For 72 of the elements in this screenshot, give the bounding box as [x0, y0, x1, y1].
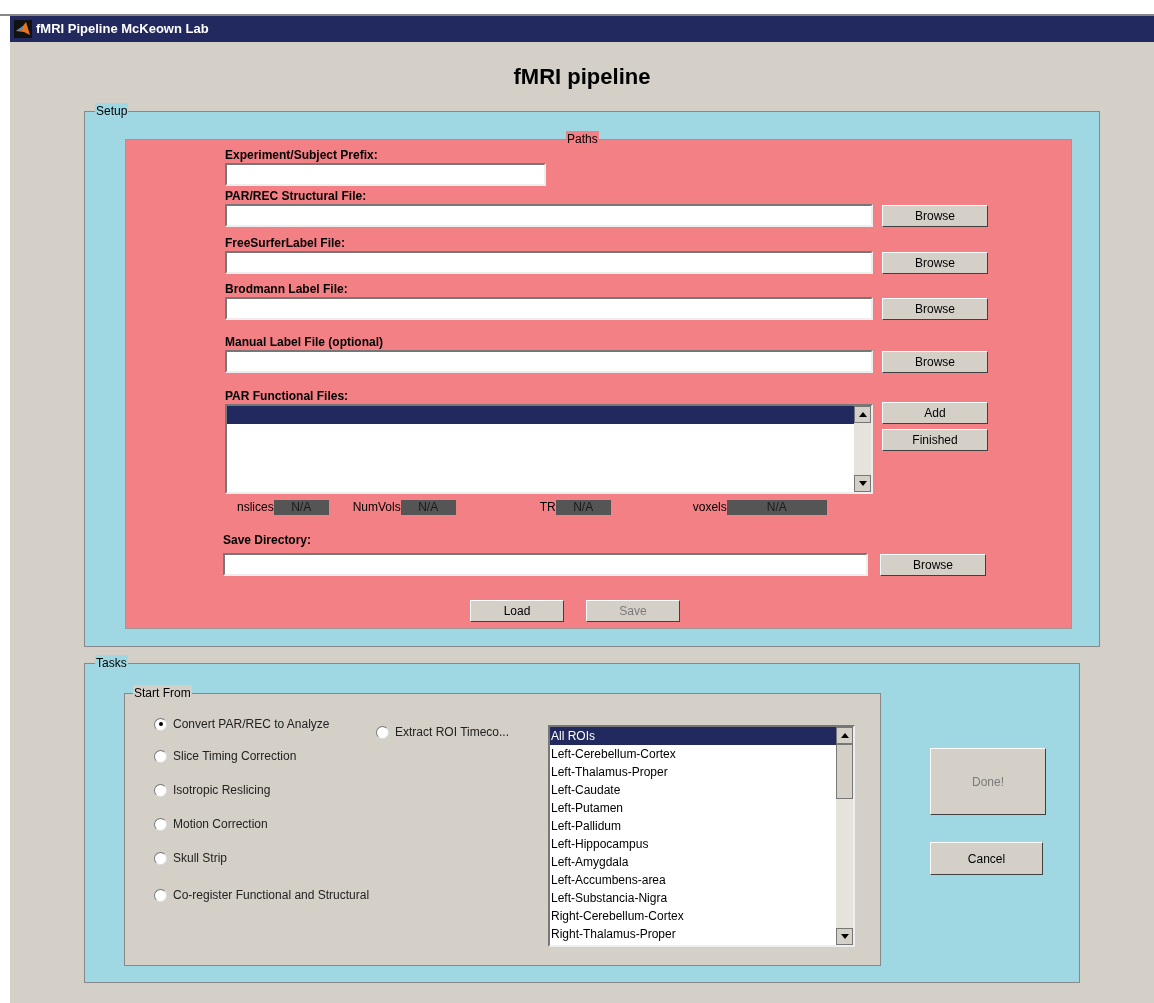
field-label: FreeSurferLabel File:	[225, 237, 346, 249]
up-arrow-icon	[840, 733, 849, 738]
radio-button[interactable]	[154, 717, 167, 731]
down-arrow-icon	[840, 934, 849, 939]
radio-button[interactable]	[154, 749, 167, 763]
info-value: N/A	[555, 499, 611, 515]
scrollbar[interactable]	[854, 406, 871, 492]
page-heading: fMRI pipeline	[513, 63, 651, 91]
browse-button[interactable]: Browse	[882, 204, 988, 227]
roi-item[interactable]: All ROIs	[550, 727, 836, 745]
field-label: Brodmann Label File:	[225, 283, 348, 295]
browse-button[interactable]: Browse	[880, 553, 986, 576]
field-label: Experiment/Subject Prefix:	[225, 149, 378, 161]
roi-item[interactable]: Left-Accumbens-area	[550, 871, 836, 889]
app-logo-icon	[14, 20, 32, 38]
input-field[interactable]	[225, 251, 873, 274]
info-value: N/A	[400, 499, 456, 515]
roi-item[interactable]: Right-Thalamus-Proper	[550, 925, 836, 943]
browse-button[interactable]: Browse	[882, 297, 988, 320]
radio-label: Slice Timing Correction	[173, 748, 297, 765]
down-arrow-icon	[858, 481, 867, 486]
window-title: fMRI Pipeline McKeown Lab	[36, 20, 209, 39]
radio-button[interactable]	[154, 851, 167, 865]
panel-legend: Setup	[95, 103, 129, 119]
scrollbar[interactable]	[836, 727, 853, 945]
radio-button[interactable]	[376, 725, 389, 739]
field-label: PAR/REC Structural File:	[225, 190, 367, 202]
radio-button[interactable]	[154, 817, 167, 831]
radio-label: Skull Strip	[173, 850, 228, 867]
scroll-thumb[interactable]	[836, 744, 853, 799]
radio-button[interactable]	[154, 783, 167, 797]
roi-item[interactable]: Left-Putamen	[550, 799, 836, 817]
cancel-button[interactable]: Cancel	[930, 842, 1043, 875]
radio-button[interactable]	[154, 888, 167, 902]
input-field[interactable]	[225, 297, 873, 320]
scroll-down-button[interactable]	[836, 928, 853, 945]
radio-label: Convert PAR/REC to Analyze	[173, 716, 330, 733]
info-label: nslices	[237, 499, 274, 516]
up-arrow-icon	[858, 412, 867, 417]
radio-label: Co-register Functional and Structural	[173, 887, 370, 904]
roi-item[interactable]: Left-Substancia-Nigra	[550, 889, 836, 907]
scroll-down-button[interactable]	[854, 475, 871, 492]
browse-button[interactable]: Browse	[882, 251, 988, 274]
roi-item[interactable]: Left-Pallidum	[550, 817, 836, 835]
input-field[interactable]	[225, 204, 873, 227]
roi-item[interactable]: Left-Thalamus-Proper	[550, 763, 836, 781]
info-label: NumVols	[352, 499, 401, 516]
list-button[interactable]: Finished	[882, 429, 988, 451]
roi-item[interactable]: Left-Caudate	[550, 781, 836, 799]
scroll-up-button[interactable]	[836, 727, 853, 744]
load-button[interactable]: Load	[470, 600, 564, 622]
scroll-up-button[interactable]	[854, 406, 871, 423]
info-label: voxels	[692, 499, 727, 516]
list-button[interactable]: Add	[882, 402, 988, 424]
info-value: N/A	[273, 499, 329, 515]
roi-item[interactable]: Left-Cerebellum-Cortex	[550, 745, 836, 763]
roi-item[interactable]: Right-Cerebellum-Cortex	[550, 907, 836, 925]
radio-label: Extract ROI Timeco...	[395, 724, 510, 741]
radio-label: Motion Correction	[173, 816, 268, 833]
browse-button[interactable]: Browse	[882, 350, 988, 373]
radio-label: Isotropic Reslicing	[173, 782, 271, 799]
info-label: TR	[539, 499, 556, 516]
field-label: PAR Functional Files:	[225, 390, 349, 402]
file-list[interactable]	[225, 404, 873, 494]
roi-item[interactable]: Left-Hippocampus	[550, 835, 836, 853]
input-field[interactable]	[225, 163, 546, 186]
input-field[interactable]	[223, 553, 868, 576]
roi-item[interactable]: Left-Amygdala	[550, 853, 836, 871]
field-label: Manual Label File (optional)	[225, 336, 383, 348]
field-label: Save Directory:	[223, 534, 312, 546]
info-value: N/A	[726, 499, 827, 515]
input-field[interactable]	[225, 350, 873, 373]
